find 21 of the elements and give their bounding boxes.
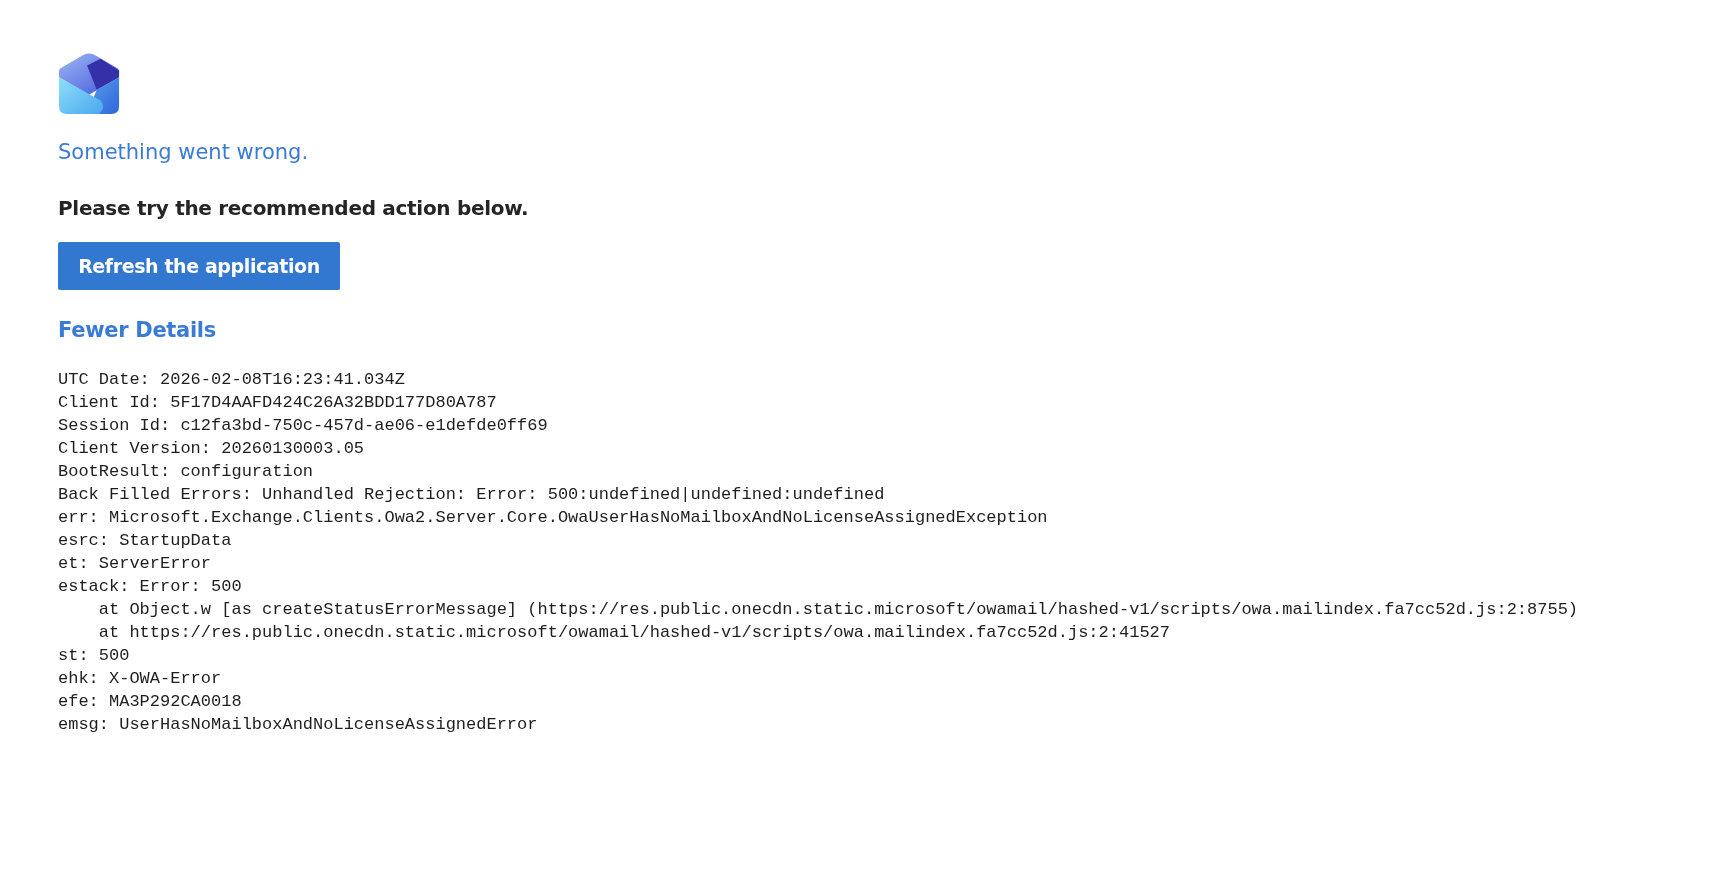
- detail-line: ehk: X-OWA-Error: [58, 668, 223, 690]
- detail-line: emsg: UserHasNoMailboxAndNoLicenseAssignedError: [58, 714, 539, 736]
- detail-line: et: ServerError: [58, 553, 213, 575]
- detail-line: Back Filled Errors: Unhandled Rejection: Error: 500:undefined|undefined:undefined: [58, 484, 886, 506]
- detail-line: Session Id: c12fa3bd-750c-457d-ae06-e1defde0ff69: [58, 415, 549, 437]
- error-heading: Something went wrong.: [58, 140, 309, 164]
- detail-line: UTC Date: 2026-02-08T16:23:41.034Z: [58, 369, 406, 391]
- detail-line: at Object.w [as createStatusErrorMessage] (https://res.public.onecdn.static.microsoft/owamail/hashed-v1/scripts/owa.mailindex.fa7cc52d.js:2:8755): [97, 599, 1579, 621]
- details-toggle-link[interactable]: Fewer Details: [58, 318, 216, 342]
- detail-line: estack: Error: 500: [58, 576, 243, 598]
- detail-line: st: 500: [58, 645, 131, 667]
- detail-line: err: Microsoft.Exchange.Clients.Owa2.Server.Core.OwaUserHasNoMailboxAndNoLicenseAssignedException: [58, 507, 1049, 529]
- refresh-button[interactable]: Refresh the application: [58, 242, 340, 290]
- detail-line: esrc: StartupData: [58, 530, 233, 552]
- detail-line: BootResult: configuration: [58, 461, 315, 483]
- envelope-logo-icon: [58, 52, 120, 114]
- detail-line: at https://res.public.onecdn.static.microsoft/owamail/hashed-v1/scripts/owa.mailindex.fa7cc52d.js:2:41527: [97, 622, 1171, 644]
- instruction-text: Please try the recommended action below.: [58, 196, 529, 220]
- detail-line: efe: MA3P292CA0018: [58, 691, 243, 713]
- detail-line: Client Id: 5F17D4AAFD424C26A32BDD177D80A787: [58, 392, 498, 414]
- detail-line: Client Version: 20260130003.05: [58, 438, 366, 460]
